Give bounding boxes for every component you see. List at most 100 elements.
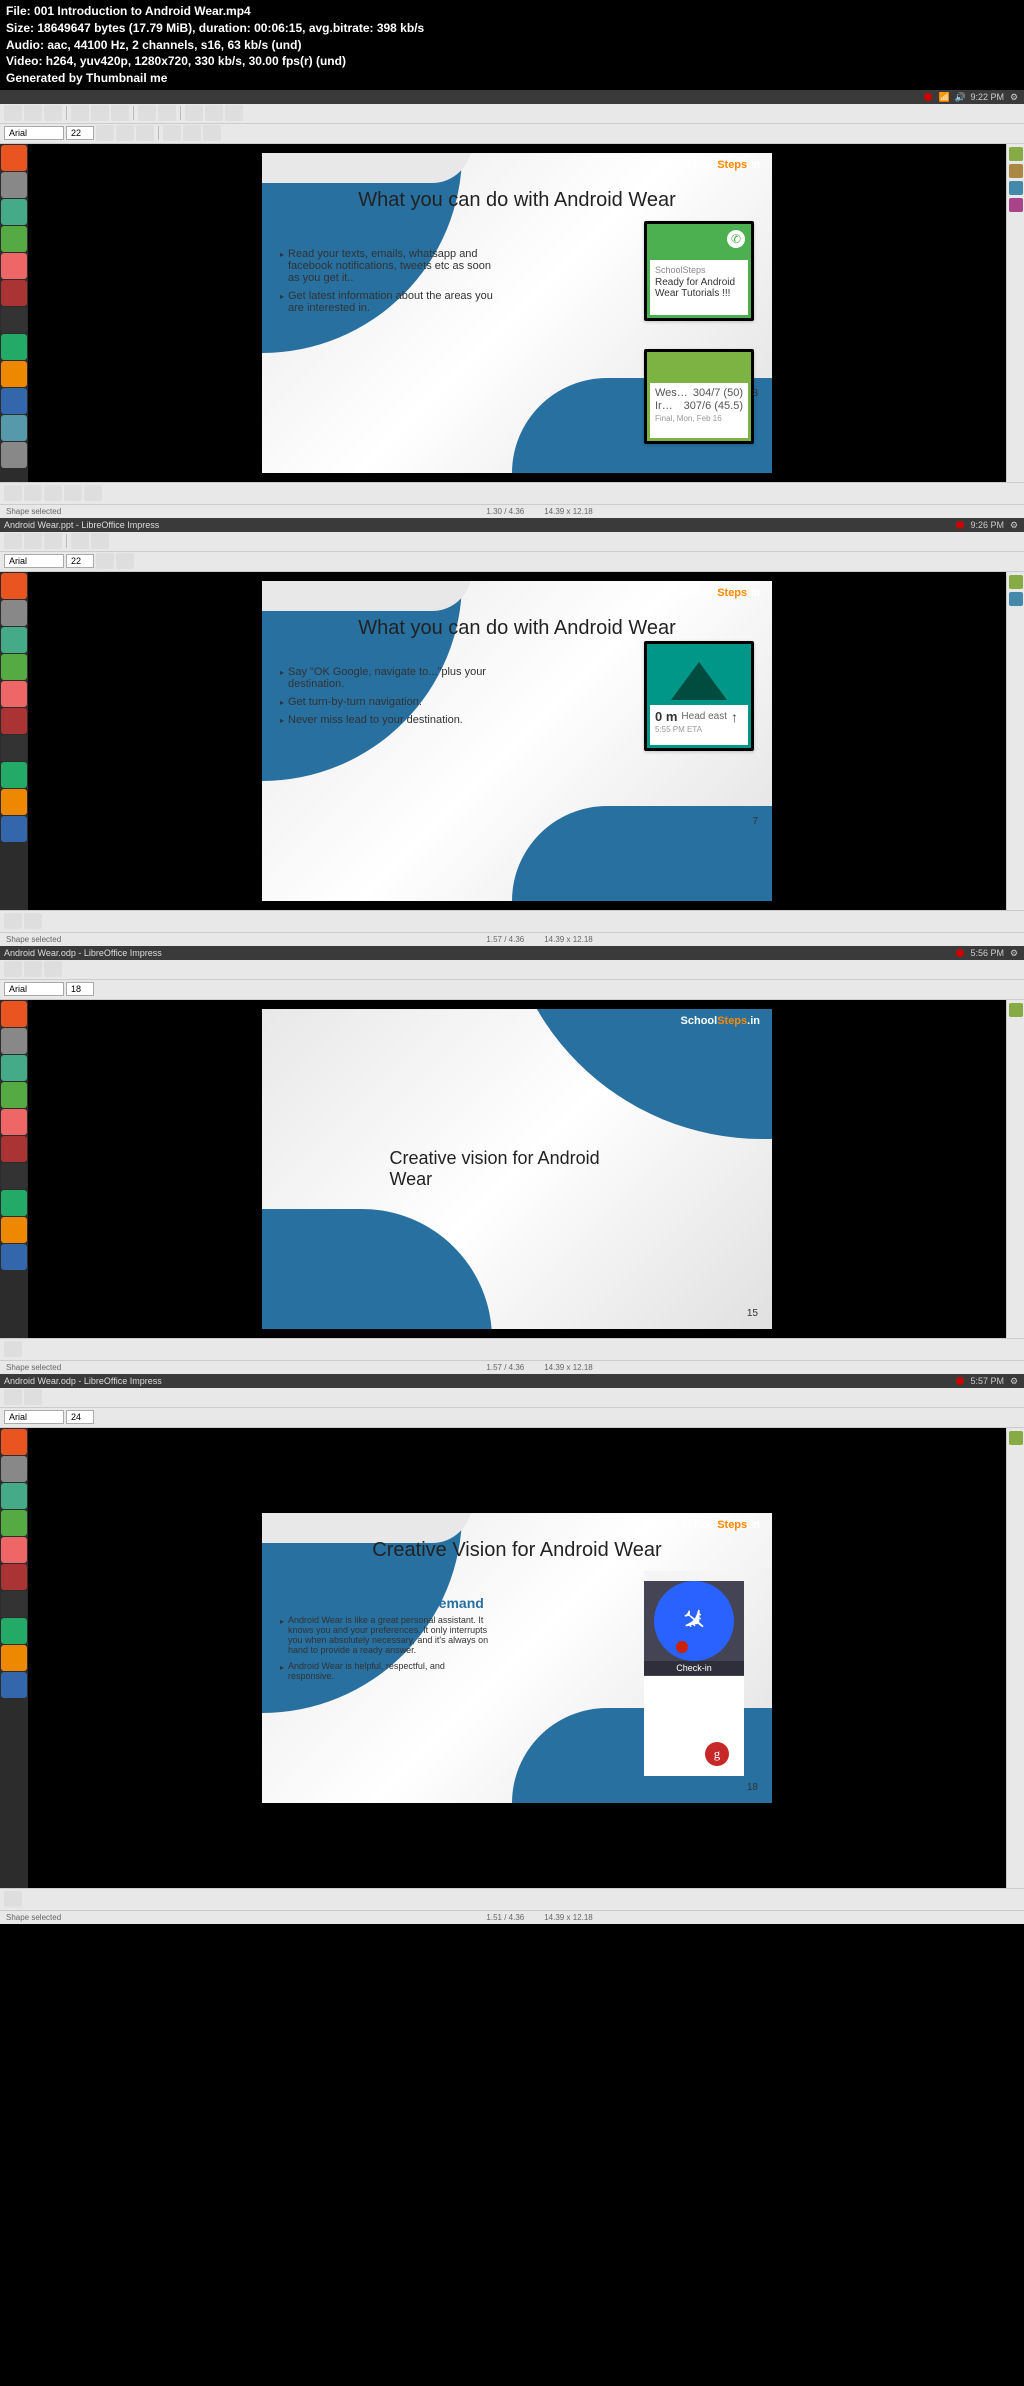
gimp-icon[interactable] xyxy=(1,1082,27,1108)
dash-icon[interactable] xyxy=(1,1429,27,1455)
font-size-input[interactable]: 24 xyxy=(66,1410,94,1424)
files-icon[interactable] xyxy=(1,1456,27,1482)
save-icon[interactable] xyxy=(44,533,62,549)
vlc-icon[interactable] xyxy=(1,789,27,815)
gimp-icon[interactable] xyxy=(1,1510,27,1536)
copy-icon[interactable] xyxy=(91,105,109,121)
new-icon[interactable] xyxy=(4,961,22,977)
properties-icon[interactable] xyxy=(1009,147,1023,161)
slide-canvas[interactable]: SchoolSteps.in What you can do with Andr… xyxy=(28,572,1006,910)
font-size-input[interactable]: 22 xyxy=(66,126,94,140)
firefox-icon[interactable] xyxy=(1,1109,27,1135)
undo-icon[interactable] xyxy=(71,533,89,549)
slide-canvas[interactable]: SchoolSteps.in What you can do with Andr… xyxy=(28,144,1006,482)
writer-icon[interactable] xyxy=(1,1190,27,1216)
underline-icon[interactable] xyxy=(136,125,154,141)
slide-canvas[interactable]: SchoolSteps.in Creative Vision for Andro… xyxy=(28,1428,1006,1888)
properties-icon[interactable] xyxy=(1009,1431,1023,1445)
save-icon[interactable] xyxy=(44,961,62,977)
pointer-icon[interactable] xyxy=(4,1891,22,1907)
dash-icon[interactable] xyxy=(1,1001,27,1027)
pointer-icon[interactable] xyxy=(4,485,22,501)
image-icon[interactable] xyxy=(225,105,243,121)
slide-canvas[interactable]: SchoolSteps.in Creative vision for Andro… xyxy=(28,1000,1006,1338)
save-icon[interactable] xyxy=(44,105,62,121)
font-size-input[interactable]: 22 xyxy=(66,554,94,568)
new-icon[interactable] xyxy=(4,105,22,121)
marble-icon[interactable] xyxy=(1,1672,27,1698)
firefox-icon[interactable] xyxy=(1,253,27,279)
filezilla-icon[interactable] xyxy=(1,280,27,306)
paste-icon[interactable] xyxy=(111,105,129,121)
writer-icon[interactable] xyxy=(1,1618,27,1644)
italic-icon[interactable] xyxy=(116,125,134,141)
gallery-icon[interactable] xyxy=(1009,181,1023,195)
vlc-icon[interactable] xyxy=(1,361,27,387)
marble-icon[interactable] xyxy=(1,1244,27,1270)
styles-icon[interactable] xyxy=(1009,164,1023,178)
chart-icon[interactable] xyxy=(185,105,203,121)
terminal-icon[interactable] xyxy=(1,1163,27,1189)
new-icon[interactable] xyxy=(4,533,22,549)
align-center-icon[interactable] xyxy=(183,125,201,141)
files-icon[interactable] xyxy=(1,1028,27,1054)
gimp-icon[interactable] xyxy=(1,226,27,252)
table-icon[interactable] xyxy=(205,105,223,121)
dash-icon[interactable] xyxy=(1,145,27,171)
properties-icon[interactable] xyxy=(1009,1003,1023,1017)
pointer-icon[interactable] xyxy=(4,1341,22,1357)
writer-icon[interactable] xyxy=(1,762,27,788)
open-icon[interactable] xyxy=(24,1389,42,1405)
software-icon[interactable] xyxy=(1,415,27,441)
align-right-icon[interactable] xyxy=(203,125,221,141)
open-icon[interactable] xyxy=(24,533,42,549)
undo-icon[interactable] xyxy=(138,105,156,121)
cut-icon[interactable] xyxy=(71,105,89,121)
doc-icon[interactable] xyxy=(1,1483,27,1509)
text-icon[interactable] xyxy=(84,485,102,501)
font-name-input[interactable]: Arial xyxy=(4,126,64,140)
files-icon[interactable] xyxy=(1,172,27,198)
doc-icon[interactable] xyxy=(1,199,27,225)
gallery-icon[interactable] xyxy=(1009,592,1023,606)
doc-icon[interactable] xyxy=(1,627,27,653)
gimp-icon[interactable] xyxy=(1,654,27,680)
line-icon[interactable] xyxy=(24,913,42,929)
firefox-icon[interactable] xyxy=(1,1537,27,1563)
font-name-input[interactable]: Arial xyxy=(4,554,64,568)
redo-icon[interactable] xyxy=(158,105,176,121)
firefox-icon[interactable] xyxy=(1,681,27,707)
filezilla-icon[interactable] xyxy=(1,1564,27,1590)
line-icon[interactable] xyxy=(24,485,42,501)
filezilla-icon[interactable] xyxy=(1,1136,27,1162)
terminal-icon[interactable] xyxy=(1,735,27,761)
marble-icon[interactable] xyxy=(1,388,27,414)
open-icon[interactable] xyxy=(24,105,42,121)
bold-icon[interactable] xyxy=(96,553,114,569)
rect-icon[interactable] xyxy=(44,485,62,501)
terminal-icon[interactable] xyxy=(1,307,27,333)
align-left-icon[interactable] xyxy=(163,125,181,141)
pointer-icon[interactable] xyxy=(4,913,22,929)
terminal-icon[interactable] xyxy=(1,1591,27,1617)
vlc-icon[interactable] xyxy=(1,1217,27,1243)
marble-icon[interactable] xyxy=(1,816,27,842)
ellipse-icon[interactable] xyxy=(64,485,82,501)
filezilla-icon[interactable] xyxy=(1,708,27,734)
open-icon[interactable] xyxy=(24,961,42,977)
doc-icon[interactable] xyxy=(1,1055,27,1081)
new-icon[interactable] xyxy=(4,1389,22,1405)
bold-icon[interactable] xyxy=(96,125,114,141)
dash-icon[interactable] xyxy=(1,573,27,599)
navigator-icon[interactable] xyxy=(1009,198,1023,212)
font-size-input[interactable]: 18 xyxy=(66,982,94,996)
vlc-icon[interactable] xyxy=(1,1645,27,1671)
redo-icon[interactable] xyxy=(91,533,109,549)
font-name-input[interactable]: Arial xyxy=(4,1410,64,1424)
italic-icon[interactable] xyxy=(116,553,134,569)
settings-icon[interactable] xyxy=(1,442,27,468)
writer-icon[interactable] xyxy=(1,334,27,360)
font-name-input[interactable]: Arial xyxy=(4,982,64,996)
properties-icon[interactable] xyxy=(1009,575,1023,589)
files-icon[interactable] xyxy=(1,600,27,626)
